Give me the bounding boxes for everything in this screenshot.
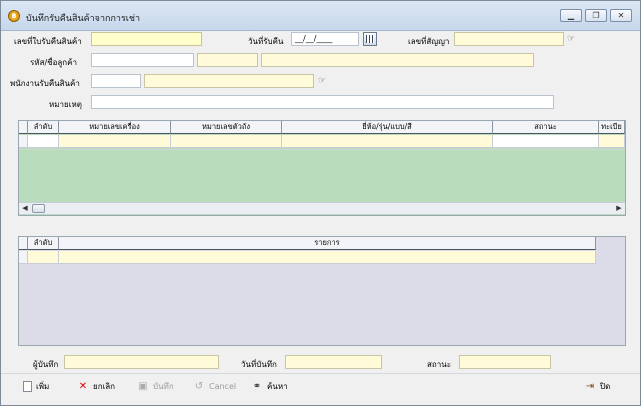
- customer-name-field[interactable]: [261, 53, 534, 67]
- staff-label: พนักงานรับคืนสินค้า: [10, 79, 80, 88]
- title-bar: ฿ บันทึกรับคืนสินค้าจากการเช่า ▁ ❐ ✕: [1, 1, 640, 31]
- contract-no-field[interactable]: [454, 32, 564, 46]
- col-detail-seq-header[interactable]: ลำดับ: [28, 237, 59, 250]
- customer-extra-field[interactable]: [197, 53, 258, 67]
- cell-registration[interactable]: [599, 135, 625, 148]
- add-button[interactable]: เพิ่ม: [23, 380, 49, 394]
- exit-button[interactable]: ⇥ ปิด: [584, 380, 610, 394]
- col-brand-model-header[interactable]: ยี่ห้อ/รุ่น/แบบ/สี: [282, 121, 493, 134]
- receive-date-field[interactable]: __/__/____: [291, 32, 359, 46]
- cancel-th-button[interactable]: ✕ ยกเลิก: [77, 380, 115, 394]
- cell-status[interactable]: [493, 135, 599, 148]
- new-document-icon: [23, 381, 32, 392]
- details-grid[interactable]: ลำดับ รายการ: [18, 236, 626, 346]
- col-seq-header[interactable]: ลำดับ: [28, 121, 59, 134]
- search-button-label: ค้นหา: [267, 382, 288, 391]
- search-button[interactable]: ⚭ ค้นหา: [251, 380, 288, 394]
- row-header-corner: [19, 121, 28, 134]
- status-field: [459, 355, 551, 369]
- scroll-left-icon[interactable]: ◀: [19, 203, 31, 214]
- window-title: บันทึกรับคืนสินค้าจากการเช่า: [26, 14, 141, 24]
- app-logo-icon: ฿: [8, 10, 20, 22]
- receipt-no-label: เลขที่ใบรับคืนสินค้า: [14, 37, 82, 46]
- details-row-indicator: [19, 251, 28, 264]
- add-button-label: เพิ่ม: [36, 382, 50, 391]
- app-window: ฿ บันทึกรับคืนสินค้าจากการเช่า ▁ ❐ ✕ เลข…: [0, 0, 641, 406]
- status-label: สถานะ: [427, 360, 451, 369]
- exit-button-label: ปิด: [600, 382, 611, 391]
- details-row-header-corner: [19, 237, 28, 250]
- contract-lookup-icon[interactable]: ☞: [567, 34, 579, 44]
- undo-icon: ↺: [194, 380, 204, 392]
- recorder-label: ผู้บันทึก: [33, 360, 59, 369]
- minimize-button[interactable]: ▁: [560, 9, 582, 22]
- cancel-en-button[interactable]: ↺ Cancel: [193, 380, 236, 394]
- staff-name-field[interactable]: [144, 74, 314, 88]
- col-detail-item-header[interactable]: รายการ: [59, 237, 596, 250]
- cell-detail-item[interactable]: [59, 251, 596, 264]
- save-button-label: บันทึก: [153, 382, 174, 391]
- calendar-icon[interactable]: [363, 32, 377, 46]
- cell-detail-seq[interactable]: [28, 251, 59, 264]
- items-grid-scrollbar[interactable]: ◀ ▶: [19, 202, 625, 214]
- items-grid[interactable]: ลำดับ หมายเลขเครื่อง หมายเลขตัวถัง ยี่ห้…: [18, 120, 626, 216]
- restore-button[interactable]: ❐: [585, 9, 607, 22]
- save-disk-icon: ▣: [138, 380, 148, 392]
- receive-date-label: วันที่รับคืน: [248, 37, 284, 46]
- col-engine-no-header[interactable]: หมายเลขเครื่อง: [59, 121, 171, 134]
- staff-code-field[interactable]: [91, 74, 141, 88]
- cell-engine-no[interactable]: [59, 135, 171, 148]
- cancel-en-button-label: Cancel: [209, 382, 237, 391]
- remark-label: หมายเหตุ: [49, 100, 82, 109]
- col-chassis-no-header[interactable]: หมายเลขตัวถัง: [171, 121, 282, 134]
- contract-no-label: เลขที่สัญญา: [408, 37, 450, 46]
- scrollbar-thumb[interactable]: [32, 204, 45, 213]
- customer-label: รหัส/ชื่อลูกค้า: [30, 58, 77, 67]
- row-indicator: [19, 135, 28, 148]
- remark-field[interactable]: [91, 95, 554, 109]
- toolbar-divider: [1, 373, 640, 374]
- cancel-x-icon: ✕: [78, 380, 88, 392]
- cancel-th-button-label: ยกเลิก: [93, 382, 116, 391]
- binoculars-icon: ⚭: [252, 380, 262, 392]
- customer-code-field[interactable]: [91, 53, 194, 67]
- col-status-header[interactable]: สถานะ: [493, 121, 599, 134]
- items-grid-empty-area: [19, 150, 625, 202]
- scroll-right-icon[interactable]: ▶: [613, 203, 625, 214]
- save-button[interactable]: ▣ บันทึก: [137, 380, 174, 394]
- cell-brand-model[interactable]: [282, 135, 493, 148]
- exit-door-icon: ⇥: [585, 380, 595, 392]
- receipt-no-field[interactable]: [91, 32, 202, 46]
- staff-lookup-icon[interactable]: ☞: [318, 76, 330, 86]
- record-date-field: [285, 355, 382, 369]
- recorder-field: [64, 355, 219, 369]
- close-window-button[interactable]: ✕: [610, 9, 632, 22]
- cell-chassis-no[interactable]: [171, 135, 282, 148]
- col-registration-header[interactable]: ทะเบีย: [599, 121, 625, 134]
- cell-seq[interactable]: [28, 135, 59, 148]
- record-date-label: วันที่บันทึก: [241, 360, 277, 369]
